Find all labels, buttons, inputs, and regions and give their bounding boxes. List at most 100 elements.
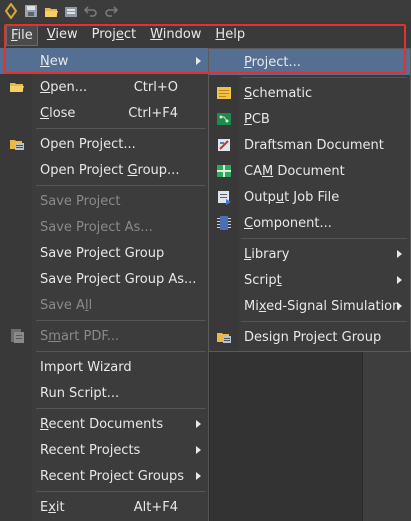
menu-item-label: Import Wizard xyxy=(40,359,132,375)
redo-icon[interactable] xyxy=(103,3,119,19)
submenu-item-component[interactable]: Component... xyxy=(209,210,410,236)
pcb-icon xyxy=(216,111,232,127)
submenu-arrow-icon xyxy=(397,302,402,310)
new-submenu: Project... Schematic PCB Draftsman Docum… xyxy=(208,48,411,352)
submenu-item-project[interactable]: Project... xyxy=(209,49,410,75)
menu-item-run-script[interactable]: Run Script... xyxy=(0,380,209,406)
cam-document-icon xyxy=(216,163,232,179)
menu-item-label: Exit xyxy=(40,499,65,515)
menu-separator xyxy=(36,320,206,321)
menu-separator xyxy=(36,185,206,186)
submenu-item-output-job-file[interactable]: Output Job File xyxy=(209,184,410,210)
menu-item-label: Script xyxy=(244,272,282,288)
menu-item-label: Save Project Group As... xyxy=(40,271,197,287)
menu-project[interactable]: Project xyxy=(87,24,142,46)
menu-item-label: Open Project... xyxy=(40,136,136,152)
submenu-item-pcb[interactable]: PCB xyxy=(209,106,410,132)
shortcut-label: Ctrl+O xyxy=(133,79,178,95)
menu-item-label: New xyxy=(40,53,69,69)
draftsman-icon xyxy=(216,137,232,153)
menu-item-label: Schematic xyxy=(244,85,313,101)
open-folder-icon xyxy=(9,79,25,95)
menu-item-open[interactable]: Open... Ctrl+O xyxy=(0,74,209,100)
component-icon xyxy=(216,215,232,231)
menu-item-save-all[interactable]: Save All xyxy=(0,292,209,318)
menu-item-open-project-group[interactable]: Open Project Group... xyxy=(0,157,209,183)
menu-item-label: Recent Projects xyxy=(40,442,141,458)
submenu-item-mixed-signal-simulation[interactable]: Mixed-Signal Simulation xyxy=(209,293,410,319)
menu-item-label: CAM Document xyxy=(244,163,345,179)
menu-item-new[interactable]: New xyxy=(0,48,209,74)
menu-separator xyxy=(241,238,407,239)
submenu-item-cam-document[interactable]: CAM Document xyxy=(209,158,410,184)
menu-item-label: Run Script... xyxy=(40,385,120,401)
menu-item-label: Smart PDF... xyxy=(40,328,120,344)
submenu-arrow-icon xyxy=(397,276,402,284)
menu-item-exit[interactable]: Exit Alt+F4 xyxy=(0,494,209,520)
submenu-arrow-icon xyxy=(196,57,201,65)
shortcut-label: Alt+F4 xyxy=(133,499,178,515)
menu-separator xyxy=(36,351,206,352)
menu-item-recent-projects[interactable]: Recent Projects xyxy=(0,437,209,463)
menu-item-save-project-group[interactable]: Save Project Group xyxy=(0,240,209,266)
submenu-item-design-project-group[interactable]: Design Project Group xyxy=(209,324,410,350)
menu-item-close[interactable]: Close Ctrl+F4 xyxy=(0,100,209,126)
menu-item-import-wizard[interactable]: Import Wizard xyxy=(0,354,209,380)
submenu-item-draftsman-document[interactable]: Draftsman Document xyxy=(209,132,410,158)
menu-separator xyxy=(36,491,206,492)
menu-item-label: Output Job File xyxy=(244,189,340,205)
menu-item-save-project[interactable]: Save Project xyxy=(0,188,209,214)
quick-access-toolbar xyxy=(0,0,411,22)
menu-separator xyxy=(36,408,206,409)
menu-item-save-project-group-as[interactable]: Save Project Group As... xyxy=(0,266,209,292)
menu-item-smart-pdf[interactable]: Smart PDF... xyxy=(0,323,209,349)
open-project-icon[interactable] xyxy=(63,3,79,19)
menu-item-label: Mixed-Signal Simulation xyxy=(244,298,401,314)
submenu-item-library[interactable]: Library xyxy=(209,241,410,267)
submenu-item-script[interactable]: Script xyxy=(209,267,410,293)
menu-item-label: Design Project Group xyxy=(244,329,382,345)
submenu-item-schematic[interactable]: Schematic xyxy=(209,80,410,106)
menu-help[interactable]: Help xyxy=(210,24,250,46)
submenu-arrow-icon xyxy=(196,420,201,428)
menu-file[interactable]: File xyxy=(6,24,38,46)
submenu-arrow-icon xyxy=(397,250,402,258)
menu-item-label: Component... xyxy=(244,215,332,231)
menu-item-label: Library xyxy=(244,246,290,262)
menu-separator xyxy=(241,77,407,78)
menu-item-label: Save Project xyxy=(40,193,121,209)
submenu-arrow-icon xyxy=(196,446,201,454)
menu-view[interactable]: View xyxy=(42,24,83,46)
output-job-icon xyxy=(216,189,232,205)
menu-separator xyxy=(241,321,407,322)
submenu-arrow-icon xyxy=(196,472,201,480)
menu-item-label: Draftsman Document xyxy=(244,137,384,153)
menu-item-label: Close xyxy=(40,105,76,121)
menu-item-label: Project... xyxy=(244,54,301,70)
shortcut-label: Ctrl+F4 xyxy=(128,105,178,121)
save-icon[interactable] xyxy=(23,3,39,19)
menu-item-label: Save Project Group xyxy=(40,245,165,261)
undo-icon[interactable] xyxy=(83,3,99,19)
smart-pdf-icon xyxy=(9,328,25,344)
menu-item-label: Recent Project Groups xyxy=(40,468,185,484)
design-project-group-icon xyxy=(216,329,232,345)
menu-item-open-project[interactable]: Open Project... xyxy=(0,131,209,157)
menu-item-recent-documents[interactable]: Recent Documents xyxy=(0,411,209,437)
open-folder-icon[interactable] xyxy=(43,3,59,19)
menu-item-label: Open Project Group... xyxy=(40,162,180,178)
open-project-icon xyxy=(9,136,25,152)
menu-bar: File View Project Window Help xyxy=(0,22,411,48)
menu-item-label: PCB xyxy=(244,111,270,127)
menu-separator xyxy=(36,128,206,129)
menu-window[interactable]: Window xyxy=(145,24,206,46)
menu-item-label: Recent Documents xyxy=(40,416,164,432)
file-menu-dropdown: New Open... Ctrl+O Close Ctrl+F4 Open Pr… xyxy=(0,48,209,521)
menu-item-label: Save Project As... xyxy=(40,219,153,235)
menu-item-label: Open... xyxy=(40,79,88,95)
schematic-icon xyxy=(216,85,232,101)
app-logo-icon xyxy=(3,3,19,19)
menu-item-label: Save All xyxy=(40,297,93,313)
menu-item-save-project-as[interactable]: Save Project As... xyxy=(0,214,209,240)
menu-item-recent-project-groups[interactable]: Recent Project Groups xyxy=(0,463,209,489)
